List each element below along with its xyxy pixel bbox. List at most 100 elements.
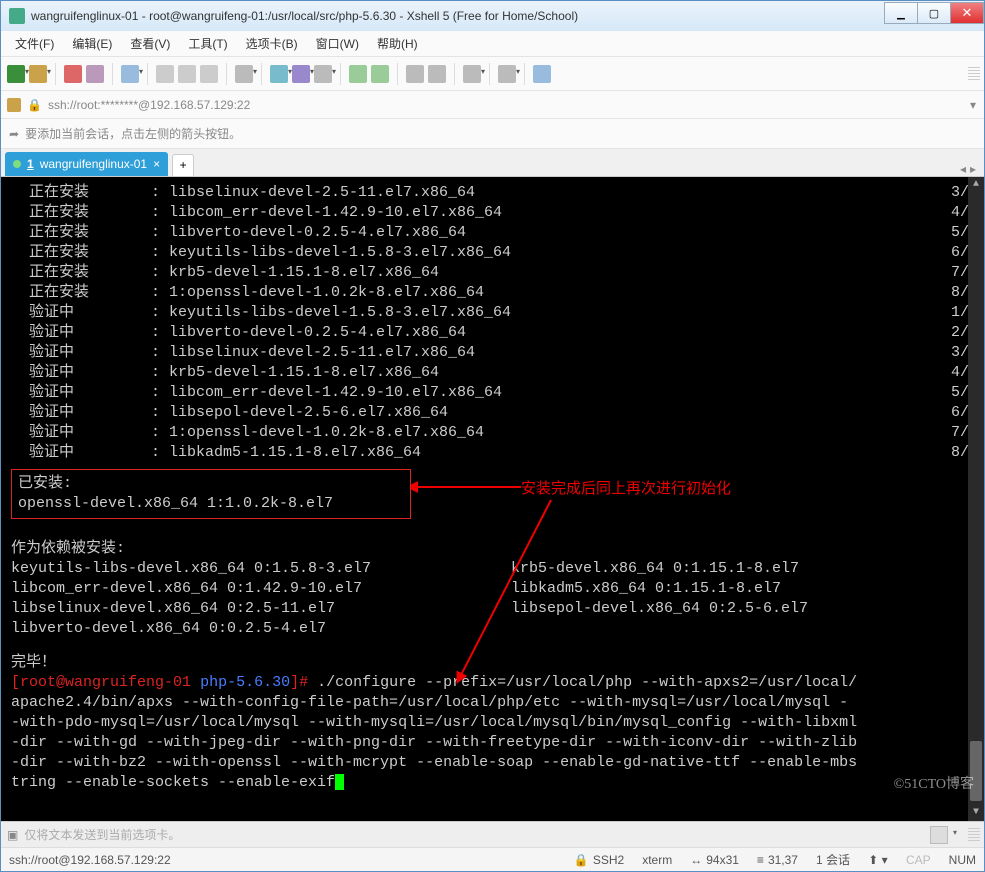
app-icon	[9, 8, 25, 24]
cursor	[335, 774, 344, 790]
install-line: 正在安装 : 1:openssl-devel-1.0.2k-8.el7.x86_…	[11, 283, 978, 303]
sendbar-grip[interactable]	[968, 828, 980, 842]
dep-line: libselinux-devel.x86_64 0:2.5-11.el7libs…	[11, 599, 978, 619]
tab-label: wangruifenglinux-01	[40, 157, 147, 171]
toolbar-grip[interactable]	[968, 67, 980, 81]
tabstrip: 1 wangruifenglinux-01 × + ◂ ▸	[1, 149, 984, 177]
open-folder-icon[interactable]	[29, 65, 47, 83]
tab-next-icon[interactable]: ▸	[970, 162, 976, 176]
sendbar: ▣ 仅将文本发送到当前选项卡。	[1, 821, 984, 847]
properties-icon[interactable]	[121, 65, 139, 83]
installed-box: 已安装: openssl-devel.x86_64 1:1.0.2k-8.el7	[11, 469, 411, 519]
install-line: 正在安装 : libselinux-devel-2.5-11.el7.x86_6…	[11, 183, 978, 203]
print-icon[interactable]	[235, 65, 253, 83]
transfer-icon[interactable]	[349, 65, 367, 83]
hintbar: ➦ 要添加当前会话，点击左侧的箭头按钮。	[1, 119, 984, 149]
menu-tabs[interactable]: 选项卡(B)	[240, 32, 304, 55]
dep-line: libcom_err-devel.x86_64 0:1.42.9-10.el7l…	[11, 579, 978, 599]
help-icon[interactable]	[533, 65, 551, 83]
session-nav-icon[interactable]	[7, 98, 21, 112]
tab-session-1[interactable]: 1 wangruifenglinux-01 ×	[5, 152, 168, 176]
status-cursor-pos: ≡ 31,37	[757, 853, 798, 867]
tab-close-icon[interactable]: ×	[153, 157, 160, 171]
bookmark-add-icon[interactable]: ➦	[9, 127, 19, 141]
statusbar: ssh://root@192.168.57.129:22 🔒 SSH2 xter…	[1, 847, 984, 871]
view-icon[interactable]	[292, 65, 310, 83]
installed-line: openssl-devel.x86_64 1:1.0.2k-8.el7	[18, 494, 404, 514]
scroll-thumb[interactable]	[970, 741, 982, 801]
status-rec: ⬆ ▾	[868, 853, 888, 867]
command-text: tring --enable-sockets --enable-exif	[11, 774, 335, 791]
copy-icon[interactable]	[156, 65, 174, 83]
menu-help[interactable]: 帮助(H)	[371, 32, 424, 55]
lock-icon: 🔒	[27, 98, 42, 112]
verify-line: 验证中 : libselinux-devel-2.5-11.el7.x86_64…	[11, 343, 978, 363]
address-dropdown-icon[interactable]: ▾	[970, 98, 976, 112]
install-line: 正在安装 : krb5-devel-1.15.1-8.el7.x86_647/8	[11, 263, 978, 283]
done-text: 完毕！	[11, 653, 978, 673]
reconnect-icon[interactable]	[64, 65, 82, 83]
toolbar	[1, 57, 984, 91]
verify-line: 验证中 : libsepol-devel-2.5-6.el7.x86_646/8	[11, 403, 978, 423]
send-prompt-icon: ▣	[7, 828, 18, 842]
add-tab-button[interactable]: +	[172, 154, 194, 176]
status-termtype: xterm	[642, 853, 672, 867]
maximize-button[interactable]	[917, 2, 951, 24]
verify-line: 验证中 : krb5-devel-1.15.1-8.el7.x86_644/8	[11, 363, 978, 383]
dep-line: keyutils-libs-devel.x86_64 0:1.5.8-3.el7…	[11, 559, 978, 579]
scrollbar[interactable]: ▲ ▼	[968, 177, 984, 821]
menu-file[interactable]: 文件(F)	[9, 32, 60, 55]
find-icon[interactable]	[200, 65, 218, 83]
send-target-button[interactable]	[930, 826, 948, 844]
command-text: apache2.4/bin/apxs --with-config-file-pa…	[11, 693, 978, 713]
status-ssh: 🔒 SSH2	[574, 853, 624, 867]
annotation-text: 安装完成后同上再次进行初始化	[521, 479, 731, 499]
terminal[interactable]: 正在安装 : libselinux-devel-2.5-11.el7.x86_6…	[1, 177, 984, 821]
menu-tools[interactable]: 工具(T)	[182, 32, 233, 55]
deps-header: 作为依赖被安装:	[11, 539, 978, 559]
hint-text: 要添加当前会话，点击左侧的箭头按钮。	[25, 125, 241, 142]
install-line: 正在安装 : libcom_err-devel-1.42.9-10.el7.x8…	[11, 203, 978, 223]
color-scheme-icon[interactable]	[270, 65, 288, 83]
verify-line: 验证中 : libverto-devel-0.2.5-4.el7.x86_642…	[11, 323, 978, 343]
tab-prev-icon[interactable]: ◂	[960, 162, 966, 176]
status-dot-icon	[13, 160, 21, 168]
window-title: wangruifenglinux-01 - root@wangruifeng-0…	[31, 9, 885, 23]
minimize-button[interactable]	[884, 2, 918, 24]
xftp-icon[interactable]	[371, 65, 389, 83]
disconnect-icon[interactable]	[86, 65, 104, 83]
scroll-down-icon[interactable]: ▼	[968, 805, 984, 821]
status-sessions: 1 会话	[816, 851, 850, 868]
status-size: ↔ 94x31	[690, 853, 739, 867]
status-cap: CAP	[906, 853, 931, 867]
installed-header: 已安装:	[18, 474, 404, 494]
titlebar[interactable]: wangruifenglinux-01 - root@wangruifeng-0…	[1, 1, 984, 31]
close-button[interactable]	[950, 2, 984, 24]
menubar: 文件(F) 编辑(E) 查看(V) 工具(T) 选项卡(B) 窗口(W) 帮助(…	[1, 31, 984, 57]
new-session-icon[interactable]	[7, 65, 25, 83]
status-connection: ssh://root@192.168.57.129:22	[9, 853, 556, 867]
shell-prompt: [root@wangruifeng-01 php-5.6.30]# ./conf…	[11, 673, 978, 693]
command-text: -dir --with-gd --with-jpeg-dir --with-pn…	[11, 733, 978, 753]
addressbar: 🔒 ssh://root:********@192.168.57.129:22 …	[1, 91, 984, 119]
menu-window[interactable]: 窗口(W)	[310, 32, 365, 55]
verify-line: 验证中 : 1:openssl-devel-1.0.2k-8.el7.x86_6…	[11, 423, 978, 443]
layout-icon[interactable]	[498, 65, 516, 83]
command-text: -with-pdo-mysql=/usr/local/mysql --with-…	[11, 713, 978, 733]
lock-icon[interactable]	[428, 65, 446, 83]
menu-view[interactable]: 查看(V)	[124, 32, 176, 55]
address-url[interactable]: ssh://root:********@192.168.57.129:22	[48, 98, 250, 112]
paste-icon[interactable]	[178, 65, 196, 83]
install-line: 正在安装 : libverto-devel-0.2.5-4.el7.x86_64…	[11, 223, 978, 243]
font-icon[interactable]	[314, 65, 332, 83]
scroll-up-icon[interactable]: ▲	[968, 177, 984, 193]
verify-line: 验证中 : libcom_err-devel-1.42.9-10.el7.x86…	[11, 383, 978, 403]
fullscreen-icon[interactable]	[406, 65, 424, 83]
command-text: ./configure --prefix=/usr/local/php --wi…	[317, 674, 857, 691]
menu-edit[interactable]: 编辑(E)	[66, 32, 118, 55]
command-text: -dir --with-bz2 --with-openssl --with-mc…	[11, 753, 978, 773]
tab-number: 1	[27, 157, 34, 171]
dep-line: libverto-devel.x86_64 0:0.2.5-4.el7	[11, 619, 978, 639]
script-icon[interactable]	[463, 65, 481, 83]
send-input[interactable]: 仅将文本发送到当前选项卡。	[24, 826, 924, 843]
